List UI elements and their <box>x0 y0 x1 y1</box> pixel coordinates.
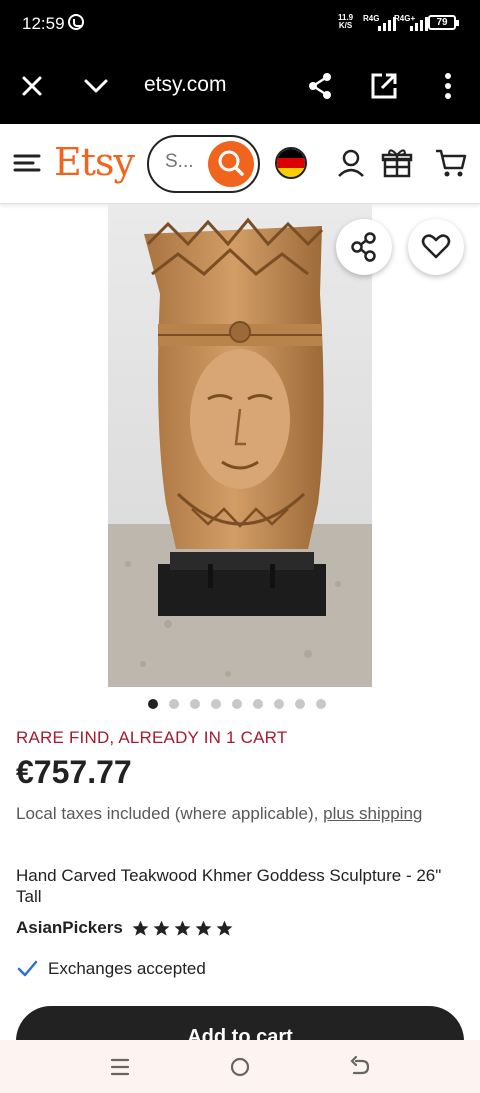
shop-row: AsianPickers <box>16 918 234 938</box>
carousel-dot[interactable] <box>169 699 179 709</box>
recent-apps-icon[interactable] <box>108 1055 132 1079</box>
german-flag-icon[interactable] <box>274 146 308 180</box>
tax-note: Local taxes included (where applicable),… <box>16 802 456 826</box>
rating-stars[interactable] <box>131 919 234 938</box>
tax-text: Local taxes included (where applicable), <box>16 804 324 823</box>
chevron-down-icon[interactable] <box>80 70 112 102</box>
url-text[interactable]: etsy.com <box>144 73 226 97</box>
more-vertical-icon[interactable] <box>432 70 464 102</box>
search-icon <box>218 150 244 176</box>
share-button[interactable] <box>336 219 392 275</box>
heart-icon <box>421 234 451 259</box>
status-bar: 12:59 11.9 K/S R4G R4G+ 79 <box>0 0 480 48</box>
search-input[interactable] <box>165 151 205 173</box>
browser-toolbar: etsy.com <box>0 48 480 124</box>
carousel-dot[interactable] <box>190 699 200 709</box>
close-icon[interactable] <box>16 70 48 102</box>
exchanges-label: Exchanges accepted <box>48 959 206 978</box>
scarcity-badge: RARE FIND, ALREADY IN 1 CART <box>16 728 288 747</box>
exchanges-row: Exchanges accepted <box>16 958 206 980</box>
carousel-dot[interactable] <box>148 699 158 709</box>
product-title: Hand Carved Teakwood Khmer Goddess Sculp… <box>16 866 442 906</box>
etsy-logo[interactable]: Etsy <box>54 140 135 184</box>
back-icon[interactable] <box>348 1055 372 1079</box>
check-icon <box>17 960 38 977</box>
viber-icon <box>68 14 84 30</box>
product-image[interactable] <box>108 204 372 687</box>
price: €757.77 <box>16 754 132 790</box>
star-icon <box>174 920 191 936</box>
signal-bars-icon <box>410 17 428 31</box>
star-icon <box>132 920 149 936</box>
star-icon <box>216 920 233 936</box>
net-speed-unit: K/S <box>338 21 353 30</box>
carousel-dot[interactable] <box>274 699 284 709</box>
favorite-button[interactable] <box>408 219 464 275</box>
site-header: Etsy <box>0 124 480 204</box>
cart-icon[interactable] <box>434 146 468 180</box>
open-external-icon[interactable] <box>368 70 400 102</box>
share-icon[interactable] <box>304 70 336 102</box>
search-bar[interactable] <box>147 135 260 193</box>
carousel-dot[interactable] <box>295 699 305 709</box>
network-speed: 11.9 K/S <box>338 14 353 30</box>
carousel-dot[interactable] <box>253 699 263 709</box>
star-icon <box>153 920 170 936</box>
shop-name-link[interactable]: AsianPickers <box>16 918 123 938</box>
home-icon[interactable] <box>228 1055 252 1079</box>
status-time: 12:59 <box>22 14 65 33</box>
gift-icon[interactable] <box>380 146 414 180</box>
carousel-dot[interactable] <box>316 699 326 709</box>
star-icon <box>195 920 212 936</box>
sculpture-image <box>108 204 372 687</box>
shipping-link[interactable]: plus shipping <box>323 804 422 823</box>
battery-indicator: 79 <box>428 15 459 30</box>
search-button[interactable] <box>208 141 254 187</box>
sim1-label: R4G <box>363 14 380 23</box>
account-icon[interactable] <box>334 146 368 180</box>
system-nav-bar <box>0 1040 480 1093</box>
carousel-dots[interactable] <box>148 699 326 709</box>
carousel-dot[interactable] <box>211 699 221 709</box>
menu-icon[interactable] <box>12 146 42 180</box>
share-icon <box>351 232 376 262</box>
carousel-dot[interactable] <box>232 699 242 709</box>
